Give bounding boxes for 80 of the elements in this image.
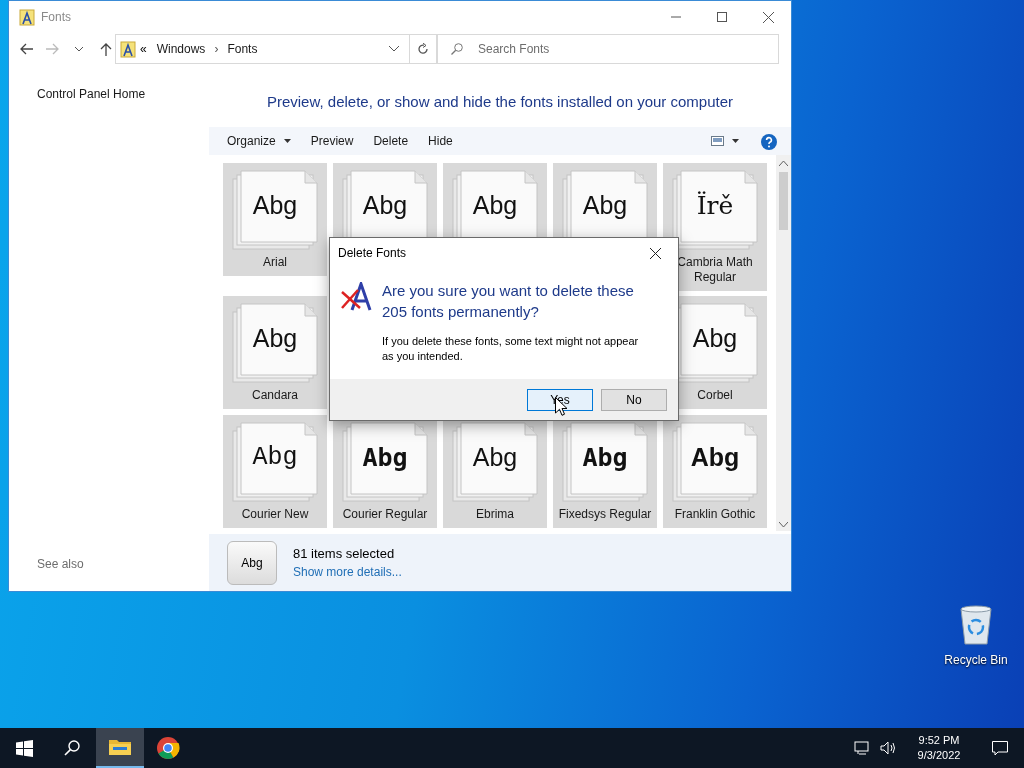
font-preview: Abg bbox=[581, 193, 629, 218]
recycle-bin-icon[interactable] bbox=[958, 603, 994, 645]
breadcrumb-separator: › bbox=[214, 41, 219, 58]
font-name: Courier Regular bbox=[341, 506, 429, 522]
close-icon bbox=[649, 247, 661, 259]
help-icon bbox=[761, 133, 777, 150]
dialog-button[interactable]: No bbox=[601, 388, 667, 411]
window-title: Fonts bbox=[41, 9, 71, 26]
up-arrow-icon bbox=[99, 42, 112, 56]
fonts-icon bbox=[120, 40, 136, 58]
breadcrumb-chevron: « bbox=[140, 41, 147, 58]
search-icon bbox=[451, 43, 463, 55]
clock-date: 9/3/2022 bbox=[916, 748, 962, 763]
close-icon bbox=[762, 11, 774, 23]
font-preview: Abg bbox=[471, 193, 519, 218]
maximize-icon bbox=[717, 12, 727, 22]
breadcrumb-item[interactable]: Windows bbox=[156, 40, 206, 58]
scroll-down-icon[interactable] bbox=[779, 522, 788, 527]
font-item[interactable]: Ïrě Cambria Math Regular bbox=[663, 163, 767, 291]
caret-icon bbox=[732, 139, 739, 143]
desktop-icon-label[interactable]: Recycle Bin bbox=[944, 653, 1008, 667]
taskbar-app[interactable] bbox=[96, 728, 144, 768]
breadcrumb-item[interactable]: Fonts bbox=[227, 40, 258, 58]
page-heading: Preview, delete, or show and hide the fonts installed on your computer bbox=[266, 91, 734, 112]
font-name: Cambria Math Regular bbox=[676, 255, 754, 285]
details-link[interactable]: Show more details... bbox=[293, 562, 402, 581]
font-file-icon bbox=[230, 300, 320, 385]
message-icon bbox=[992, 740, 1008, 756]
dialog-message: If you delete these fonts, some text might not appear as you intended. bbox=[382, 334, 640, 364]
font-name: Fixedsys Regular bbox=[557, 506, 653, 522]
font-name: Arial bbox=[262, 255, 288, 270]
font-preview: Abg bbox=[251, 193, 299, 218]
scroll-up-icon[interactable] bbox=[779, 161, 788, 166]
search-field[interactable]: Search Fonts bbox=[437, 34, 779, 64]
forward-arrow-icon bbox=[45, 43, 60, 55]
volume-icon[interactable] bbox=[880, 741, 896, 755]
font-name: Ebrima bbox=[475, 506, 515, 522]
font-item[interactable]: Abg Candara bbox=[223, 296, 327, 410]
font-delete-icon bbox=[340, 282, 372, 312]
font-preview: Abg bbox=[251, 444, 299, 470]
font-preview: Abg bbox=[471, 444, 519, 470]
network-icon[interactable] bbox=[854, 741, 872, 755]
font-preview: Abg bbox=[241, 554, 263, 572]
clock-time: 9:52 PM bbox=[917, 733, 961, 748]
windows-logo-icon bbox=[15, 739, 33, 757]
chevron-down-icon bbox=[75, 46, 84, 52]
fonts-icon bbox=[19, 8, 35, 26]
address-bar[interactable]: « Windows › Fonts bbox=[115, 34, 411, 64]
font-name: Franklin Gothic bbox=[673, 506, 757, 522]
font-preview: Abg bbox=[691, 326, 739, 352]
font-item[interactable]: Abg Arial bbox=[223, 163, 327, 276]
toolbar-button[interactable]: Organize bbox=[217, 127, 301, 155]
font-preview: Abg bbox=[689, 444, 741, 470]
selection-count: 81 items selected bbox=[293, 544, 396, 563]
sidebar-link[interactable]: Control Panel Home bbox=[37, 85, 209, 103]
toolbar-button[interactable]: Delete bbox=[363, 127, 419, 155]
font-item[interactable]: Abg Courier New bbox=[223, 414, 327, 528]
browser-icon bbox=[156, 736, 180, 760]
toolbar-button[interactable]: Hide bbox=[418, 127, 463, 155]
font-preview: Abg bbox=[581, 444, 629, 470]
font-file-icon bbox=[230, 167, 320, 251]
toolbar-button[interactable]: Preview bbox=[300, 127, 364, 155]
font-preview: Ïrě bbox=[695, 193, 735, 218]
font-name: Candara bbox=[251, 388, 299, 404]
clock[interactable]: 9:52 PM 9/3/2022 bbox=[910, 733, 968, 763]
font-preview: Abg bbox=[251, 326, 299, 352]
search-icon bbox=[64, 740, 80, 756]
section-label: See also bbox=[37, 556, 85, 573]
font-preview: Abg bbox=[361, 193, 409, 218]
scrollbar-thumb[interactable] bbox=[779, 172, 788, 230]
scrollbar[interactable] bbox=[776, 155, 791, 531]
view-icon bbox=[711, 136, 724, 146]
font-name: Corbel bbox=[696, 388, 734, 404]
font-item[interactable]: Abg Franklin Gothic bbox=[663, 414, 767, 528]
font-preview: Abg bbox=[361, 444, 409, 470]
font-name: Courier New bbox=[240, 506, 310, 522]
back-arrow-icon bbox=[19, 43, 34, 55]
dropdown-caret-icon[interactable] bbox=[389, 46, 400, 52]
refresh-icon bbox=[417, 43, 430, 55]
dialog-question: Are you sure you want to delete these 205 fonts permanently? bbox=[382, 281, 635, 322]
